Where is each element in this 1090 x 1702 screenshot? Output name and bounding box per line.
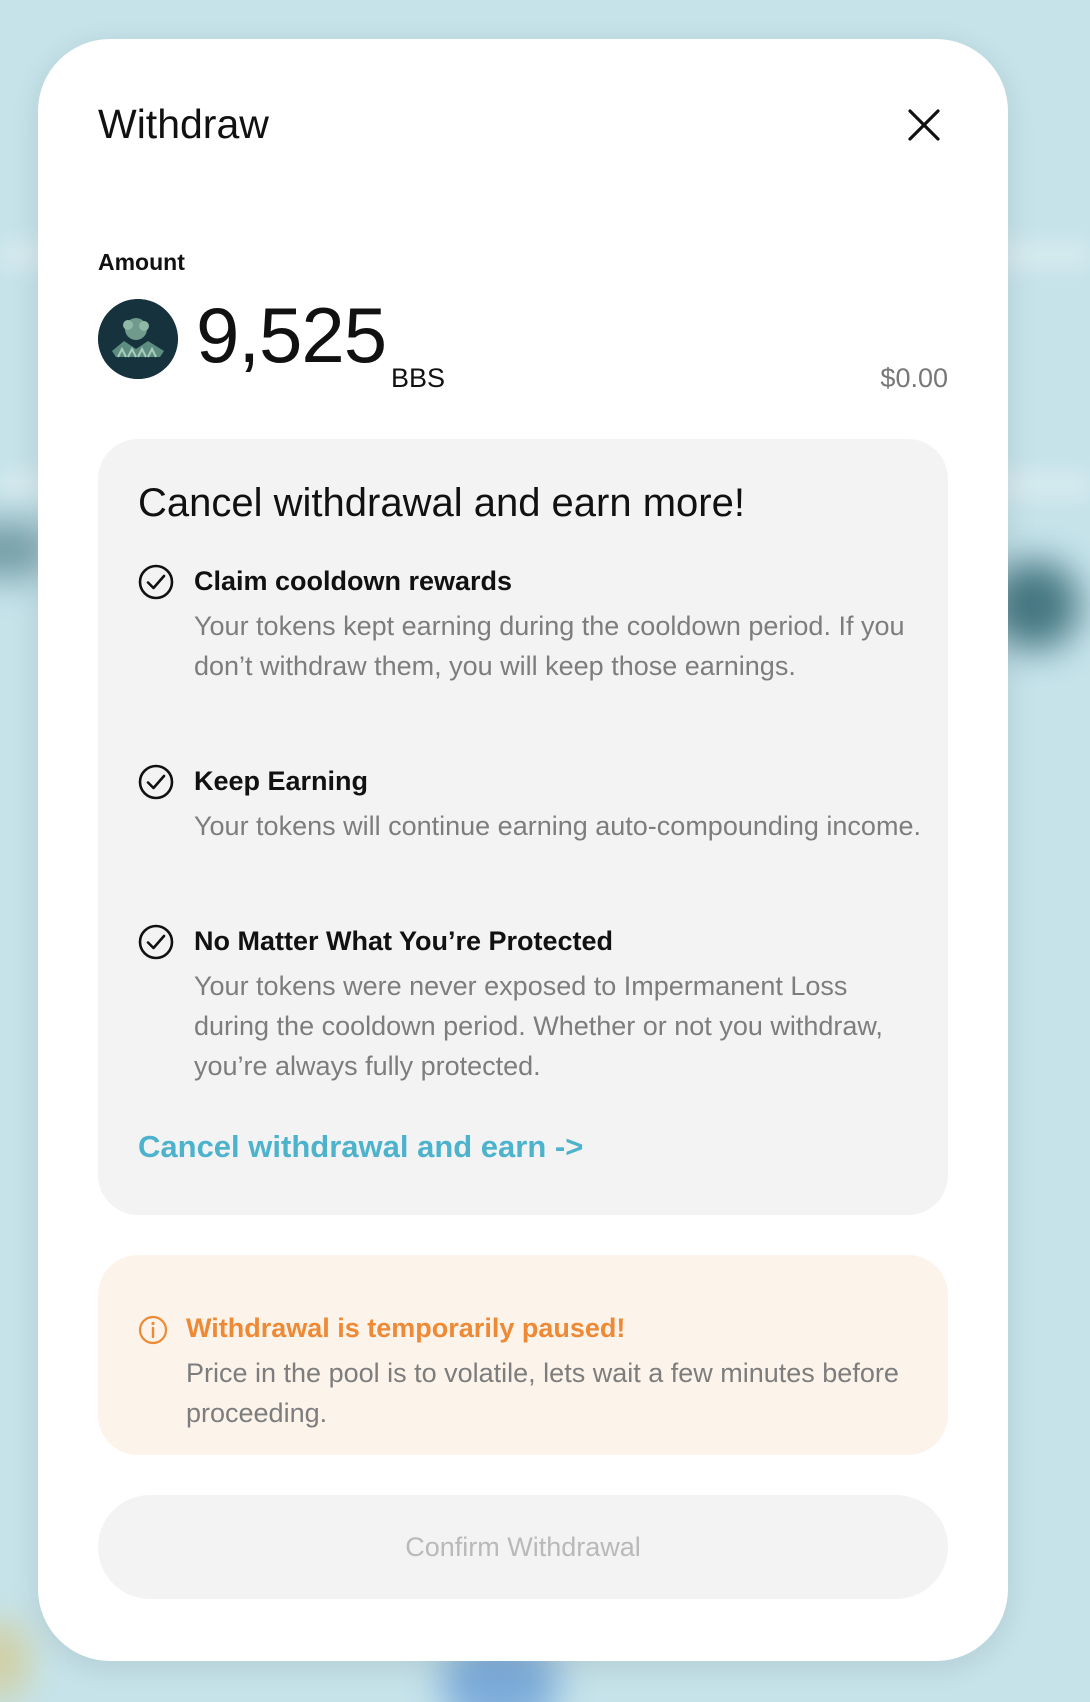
- check-circle-icon: [138, 564, 174, 600]
- paused-warning-banner: Withdrawal is temporarily paused! Price …: [98, 1255, 948, 1455]
- token-logo-icon: [98, 299, 178, 379]
- background-blur-shape: [0, 1620, 30, 1700]
- benefit-title: Claim cooldown rewards: [194, 566, 513, 596]
- confirm-withdrawal-button[interactable]: Confirm Withdrawal: [98, 1495, 948, 1599]
- usd-value: $0.00: [880, 363, 948, 393]
- check-circle-icon: [138, 924, 174, 960]
- benefit-description: Your tokens kept earning during the cool…: [194, 611, 905, 681]
- close-button[interactable]: [900, 101, 948, 149]
- cancel-withdrawal-link[interactable]: Cancel withdrawal and earn ->: [138, 1129, 583, 1165]
- warning-title: Withdrawal is temporarily paused!: [186, 1313, 626, 1343]
- token-avatar: [98, 299, 178, 379]
- close-icon: [908, 109, 940, 141]
- offer-title: Cancel withdrawal and earn more!: [138, 481, 745, 525]
- token-symbol: BBS: [391, 363, 446, 393]
- check-circle-icon: [138, 764, 174, 800]
- warning-description: Price in the pool is to volatile, lets w…: [186, 1358, 899, 1428]
- info-icon: [138, 1315, 168, 1345]
- benefit-title: Keep Earning: [194, 766, 369, 796]
- amount-value: 9,525: [196, 291, 387, 379]
- amount-label: Amount: [98, 249, 185, 275]
- dialog-title: Withdraw: [98, 101, 269, 147]
- benefit-title: No Matter What You’re Protected: [194, 926, 614, 956]
- benefit-description: Your tokens were never exposed to Imperm…: [194, 971, 883, 1081]
- benefit-description: Your tokens will continue earning auto-c…: [194, 811, 921, 841]
- cancel-withdrawal-card: Cancel withdrawal and earn more! Claim c…: [98, 439, 948, 1215]
- withdraw-dialog: Withdraw Amount 9,525 BBS $0.00 Cancel w…: [38, 39, 1008, 1661]
